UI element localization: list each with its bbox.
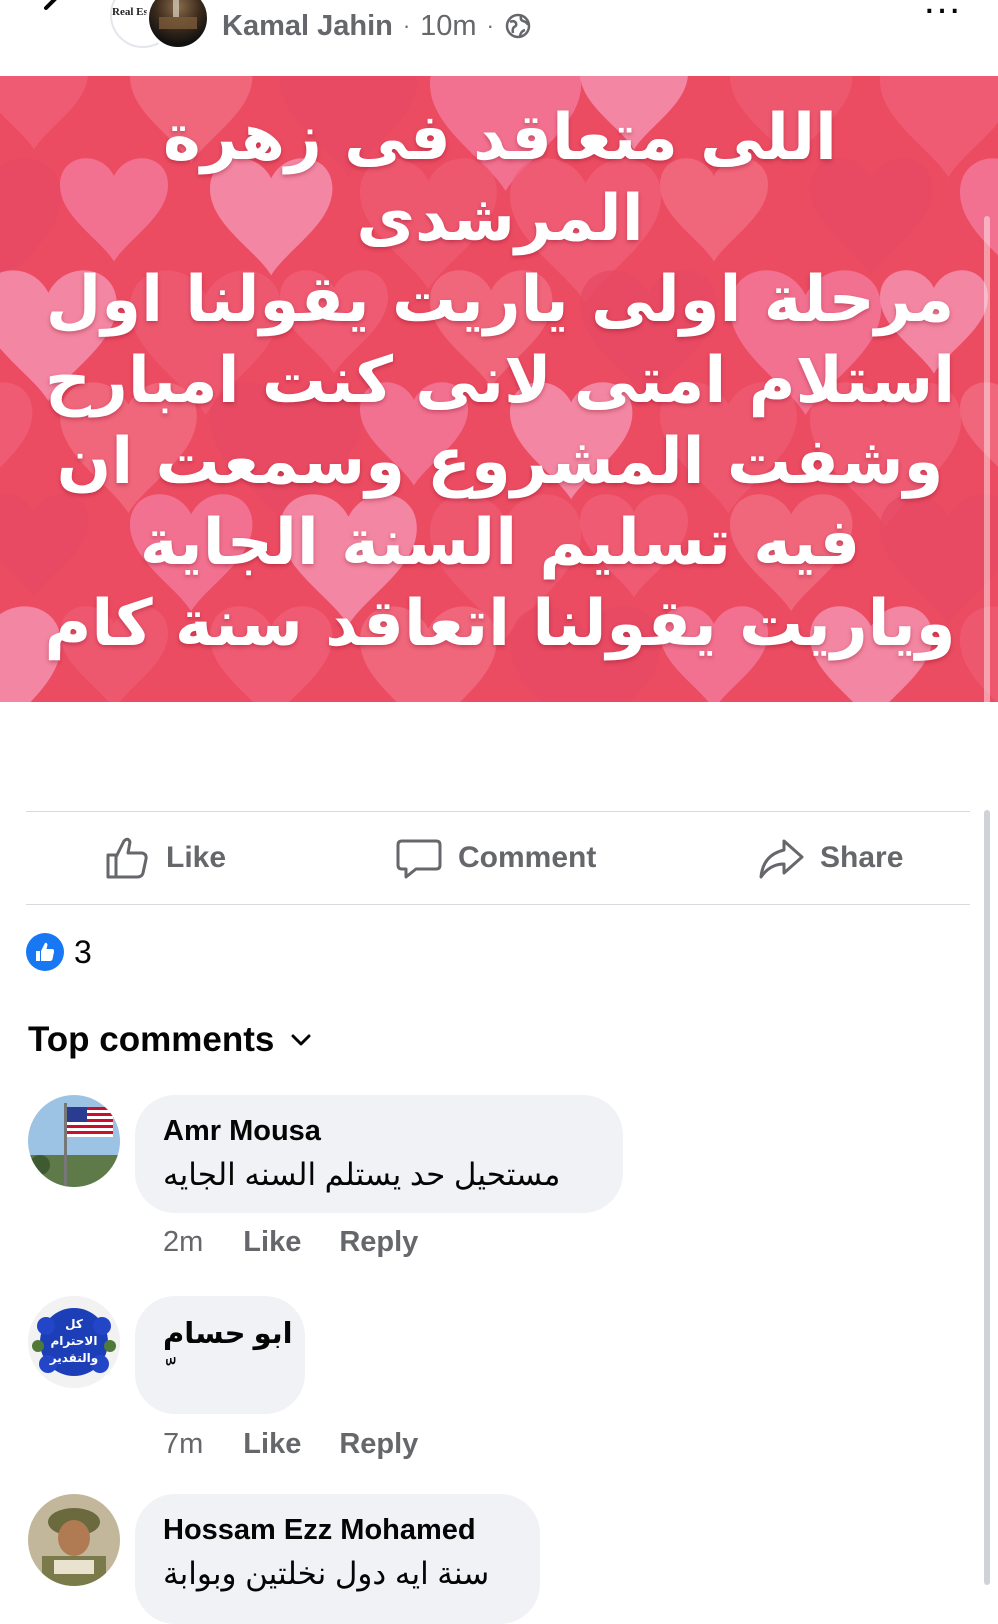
post-text-line: مرحلة اولى ياريت يقولنا اول [45,263,955,337]
comment-text: مستحيل حد يستلم السنه الجايه [163,1157,561,1192]
avatar-caption: كل الاحترام والتقدير [49,1317,99,1365]
comment-reply-button[interactable]: Reply [339,1428,418,1461]
top-comments-filter[interactable]: Top comments [28,1016,314,1064]
author-name[interactable]: Kamal Jahin [222,10,393,43]
author-line: Kamal Jahin · 10m · [222,6,532,46]
commenter-name[interactable]: Amr Mousa [163,1115,321,1148]
back-arrow-icon[interactable] [30,0,70,16]
comment-label: Comment [458,841,597,874]
post-scrollbar[interactable] [984,216,990,702]
top-comments-label: Top comments [28,1020,275,1059]
globe-icon [505,13,531,39]
share-label: Share [820,841,904,874]
background-heart [960,382,998,486]
page-scrollbar[interactable] [984,810,990,1585]
comment-reply-button[interactable]: Reply [339,1226,418,1259]
share-arrow-icon [759,839,804,879]
post-header: Real Est Kamal Jahin · 10m · … [0,0,998,76]
separator-dot: · [402,13,411,38]
comment-text: سنة ايه دول نخلتين وبوابة [163,1556,490,1591]
post-text: اللى متعاقد فى زهرة المرشدى مرحلة اولى ي… [40,98,960,665]
comment-time[interactable]: 7m [163,1428,203,1461]
commenter-name[interactable]: ابو حسام [163,1316,293,1351]
comment-bubble-icon [396,839,442,879]
post-text-line: وشفت المشروع وسمعت ان [56,425,944,499]
reactions-summary[interactable]: 3 [26,930,92,974]
post-background: اللى متعاقد فى زهرة المرشدى مرحلة اولى ي… [0,76,998,702]
like-button[interactable]: Like [102,830,226,886]
post-text-line: وياريت يقولنا اتعاقد سنة كام [44,587,956,661]
post-time[interactable]: 10m [420,10,476,43]
commenter-avatar[interactable] [28,1095,120,1187]
divider [26,904,970,905]
reaction-count: 3 [74,933,92,970]
comment-like-button[interactable]: Like [243,1428,301,1461]
comment-bubble[interactable]: Amr Mousa مستحيل حد يستلم السنه الجايه [135,1095,623,1213]
comment-bubble[interactable]: ابو حسام ّ [135,1296,305,1414]
post-text-line: استلام امتى لانى كنت امبارح [44,344,956,418]
like-label: Like [166,841,227,874]
comment-button[interactable]: Comment [394,830,596,886]
background-heart [960,606,998,702]
commenter-avatar[interactable] [28,1494,120,1586]
like-reaction-icon [26,933,64,971]
share-button[interactable]: Share [756,830,903,886]
background-heart [960,158,998,290]
more-options-icon[interactable]: … [922,0,964,23]
post-text-line: اللى متعاقد فى زهرة المرشدى [163,101,837,256]
divider [26,811,970,812]
comment-meta: 7m Like Reply [163,1424,418,1464]
commenter-avatar[interactable]: كل الاحترام والتقدير [28,1296,120,1388]
comment-meta: 2m Like Reply [163,1222,418,1262]
background-heart [0,382,33,500]
chevron-down-icon [291,1034,311,1046]
comment-time[interactable]: 2m [163,1226,203,1259]
comment-bubble[interactable]: Hossam Ezz Mohamed سنة ايه دول نخلتين وب… [135,1494,540,1624]
avatar-group[interactable]: Real Est [110,0,210,52]
post-text-line: فيه تسليم السنة الجاية [139,506,861,580]
comment-like-button[interactable]: Like [243,1226,301,1259]
separator-dot: · [486,13,494,38]
commenter-name[interactable]: Hossam Ezz Mohamed [163,1514,476,1547]
thumbs-up-icon [106,837,148,879]
